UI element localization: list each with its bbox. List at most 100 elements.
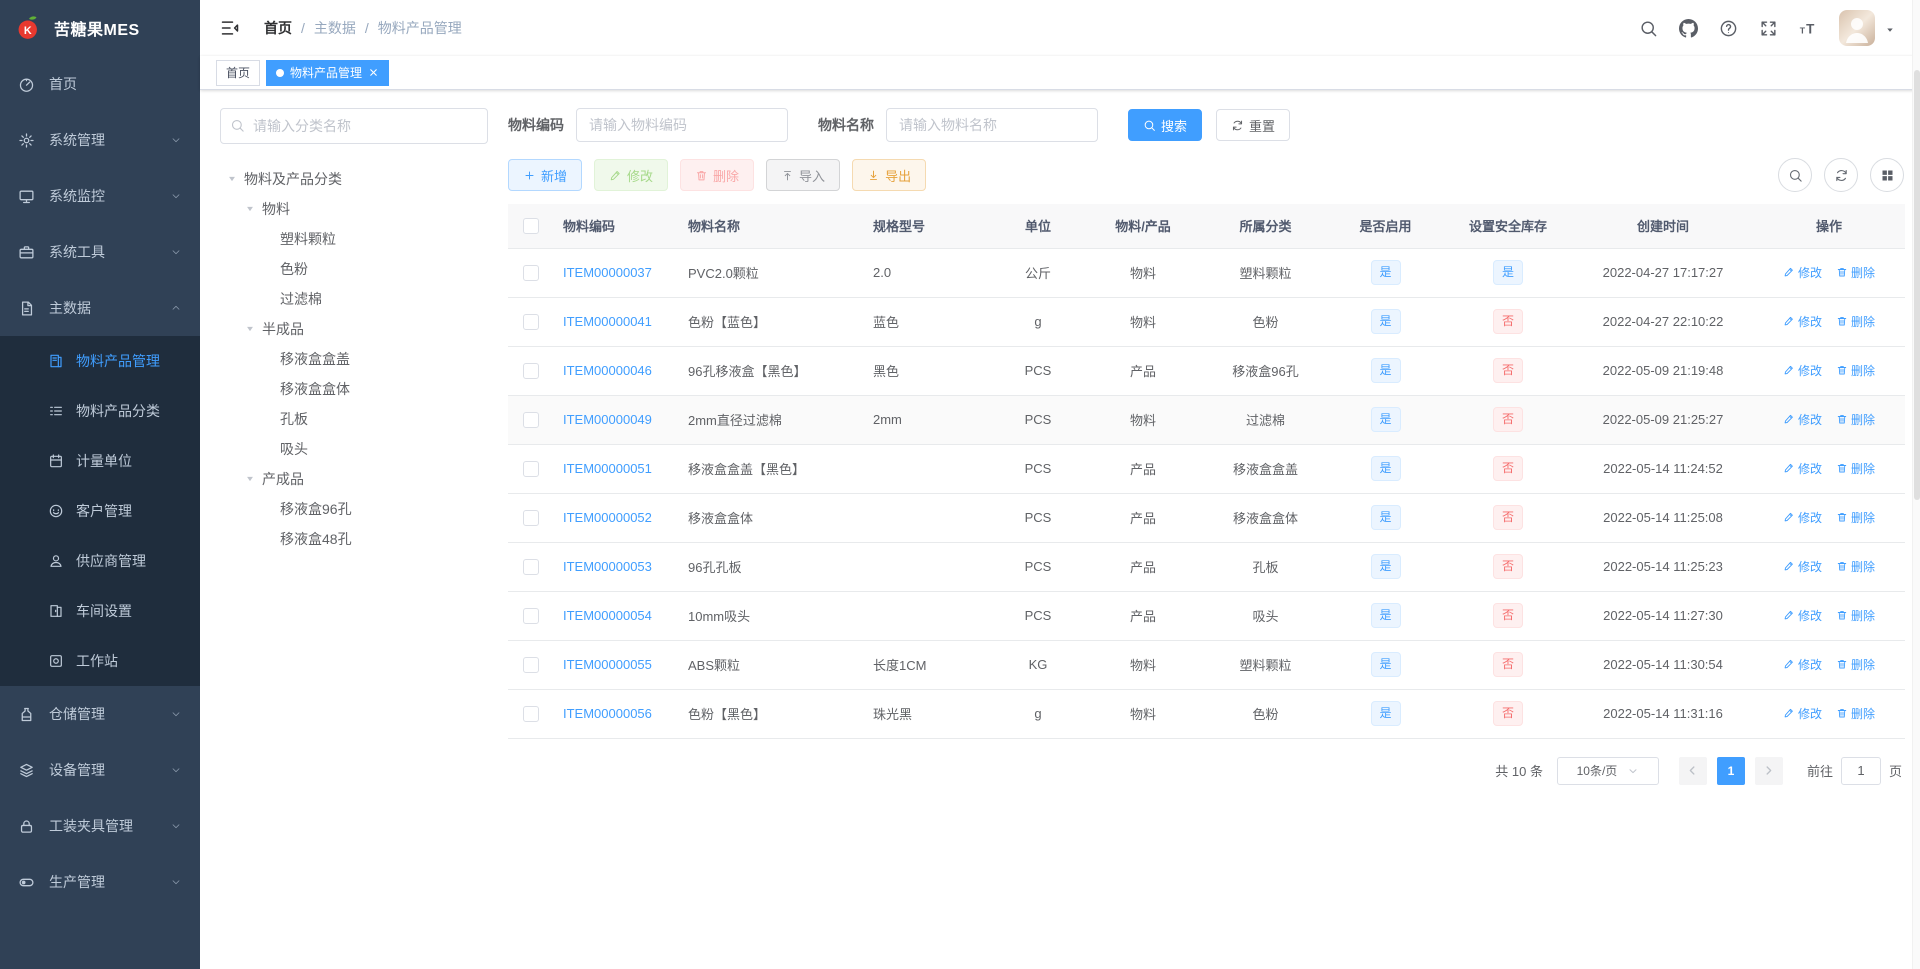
row-edit-button[interactable]: 修改 (1783, 460, 1822, 477)
close-icon[interactable] (368, 67, 379, 78)
select-all-checkbox[interactable] (522, 218, 539, 235)
next-page-button[interactable] (1754, 756, 1783, 785)
show-search-button[interactable] (1778, 158, 1812, 192)
prev-page-button[interactable] (1678, 756, 1707, 785)
search-button[interactable]: 搜索 (1128, 109, 1203, 141)
category-search-input[interactable] (220, 108, 488, 144)
material-code-link[interactable]: ITEM00000054 (563, 608, 652, 623)
row-edit-button[interactable]: 修改 (1783, 656, 1822, 673)
sidebar-item-workshop-settings[interactable]: 车间设置 (0, 586, 200, 636)
app-logo[interactable]: K 苦糖果MES (0, 0, 200, 56)
row-edit-button[interactable]: 修改 (1783, 362, 1822, 379)
sidebar-item-measure-unit[interactable]: 计量单位 (0, 436, 200, 486)
breadcrumb-home[interactable]: 首页 (264, 18, 292, 38)
material-code-link[interactable]: ITEM00000037 (563, 265, 652, 280)
tree-caret-icon[interactable] (238, 474, 262, 484)
page-size-select[interactable]: 10条/页 (1556, 756, 1659, 785)
tab-home[interactable]: 首页 (216, 59, 261, 86)
row-checkbox[interactable] (522, 607, 539, 624)
material-name-input[interactable] (886, 108, 1098, 142)
material-code-link[interactable]: ITEM00000053 (563, 559, 652, 574)
material-code-input[interactable] (576, 108, 788, 142)
sidebar-item-home[interactable]: 首页 (0, 56, 200, 112)
tree-caret-icon[interactable] (220, 174, 244, 184)
tree-node[interactable]: 半成品 (220, 314, 488, 344)
row-edit-button[interactable]: 修改 (1783, 509, 1822, 526)
sidebar-item-production-management[interactable]: 生产管理 (0, 854, 200, 910)
sidebar-item-material-product-management[interactable]: 物料产品管理 (0, 336, 200, 386)
sidebar-item-system-tools[interactable]: 系统工具 (0, 224, 200, 280)
tree-node[interactable]: 物料 (220, 194, 488, 224)
row-edit-button[interactable]: 修改 (1783, 705, 1822, 722)
tree-node[interactable]: 塑料颗粒 (220, 224, 488, 254)
row-edit-button[interactable]: 修改 (1783, 264, 1822, 281)
row-checkbox[interactable] (522, 411, 539, 428)
row-edit-button[interactable]: 修改 (1783, 607, 1822, 624)
material-code-link[interactable]: ITEM00000055 (563, 657, 652, 672)
material-code-link[interactable]: ITEM00000051 (563, 461, 652, 476)
sidebar-item-supplier-management[interactable]: 供应商管理 (0, 536, 200, 586)
row-edit-button[interactable]: 修改 (1783, 411, 1822, 428)
row-checkbox[interactable] (522, 558, 539, 575)
sidebar-item-warehouse-management[interactable]: 仓储管理 (0, 686, 200, 742)
tree-node[interactable]: 移液盒盒盖 (220, 344, 488, 374)
material-code-link[interactable]: ITEM00000056 (563, 706, 652, 721)
avatar[interactable] (1839, 10, 1875, 46)
breadcrumb-master-data[interactable]: 主数据 (314, 18, 356, 38)
scrollbar-thumb[interactable] (1914, 70, 1920, 500)
hamburger-icon[interactable] (214, 18, 246, 38)
page-number-button[interactable]: 1 (1716, 756, 1745, 785)
row-checkbox[interactable] (522, 460, 539, 477)
tree-node[interactable]: 产成品 (220, 464, 488, 494)
reset-button[interactable]: 重置 (1216, 109, 1291, 141)
sidebar-item-system-management[interactable]: 系统管理 (0, 112, 200, 168)
tree-caret-icon[interactable] (238, 324, 262, 334)
goto-page-input[interactable] (1840, 756, 1881, 785)
row-checkbox[interactable] (522, 362, 539, 379)
tree-node[interactable]: 移液盒48孔 (220, 524, 488, 554)
row-delete-button[interactable]: 删除 (1836, 460, 1875, 477)
row-checkbox[interactable] (522, 313, 539, 330)
row-delete-button[interactable]: 删除 (1836, 509, 1875, 526)
material-code-link[interactable]: ITEM00000049 (563, 412, 652, 427)
row-delete-button[interactable]: 删除 (1836, 313, 1875, 330)
row-delete-button[interactable]: 删除 (1836, 558, 1875, 575)
sidebar-item-equipment-management[interactable]: 设备管理 (0, 742, 200, 798)
search-icon[interactable] (1639, 19, 1658, 38)
tree-node[interactable]: 色粉 (220, 254, 488, 284)
page-scrollbar[interactable] (1912, 0, 1920, 969)
sidebar-item-customer-management[interactable]: 客户管理 (0, 486, 200, 536)
row-checkbox[interactable] (522, 509, 539, 526)
material-code-link[interactable]: ITEM00000046 (563, 363, 652, 378)
row-delete-button[interactable]: 删除 (1836, 607, 1875, 624)
tree-node[interactable]: 过滤棉 (220, 284, 488, 314)
column-settings-button[interactable] (1870, 158, 1904, 192)
add-button[interactable]: 新增 (508, 159, 583, 191)
sidebar-item-workstation[interactable]: 工作站 (0, 636, 200, 686)
font-size-icon[interactable]: TT (1799, 19, 1818, 38)
help-icon[interactable] (1719, 19, 1738, 38)
sidebar-item-tooling-fixture-management[interactable]: 工装夹具管理 (0, 798, 200, 854)
row-delete-button[interactable]: 删除 (1836, 362, 1875, 379)
tree-node[interactable]: 物料及产品分类 (220, 164, 488, 194)
tree-caret-icon[interactable] (238, 204, 262, 214)
tree-node[interactable]: 移液盒盒体 (220, 374, 488, 404)
sidebar-item-material-product-category[interactable]: 物料产品分类 (0, 386, 200, 436)
edit-button[interactable]: 修改 (594, 159, 669, 191)
tree-node[interactable]: 移液盒96孔 (220, 494, 488, 524)
caret-down-icon[interactable] (1884, 24, 1896, 46)
row-edit-button[interactable]: 修改 (1783, 558, 1822, 575)
material-code-link[interactable]: ITEM00000041 (563, 314, 652, 329)
tree-node[interactable]: 孔板 (220, 404, 488, 434)
refresh-table-button[interactable] (1824, 158, 1858, 192)
delete-button[interactable]: 删除 (680, 159, 755, 191)
row-edit-button[interactable]: 修改 (1783, 313, 1822, 330)
row-delete-button[interactable]: 删除 (1836, 656, 1875, 673)
row-checkbox[interactable] (522, 264, 539, 281)
row-delete-button[interactable]: 删除 (1836, 264, 1875, 281)
tab-material-product-management[interactable]: 物料产品管理 (266, 59, 390, 86)
fullscreen-icon[interactable] (1759, 19, 1778, 38)
row-checkbox[interactable] (522, 656, 539, 673)
row-checkbox[interactable] (522, 705, 539, 722)
import-button[interactable]: 导入 (766, 159, 841, 191)
